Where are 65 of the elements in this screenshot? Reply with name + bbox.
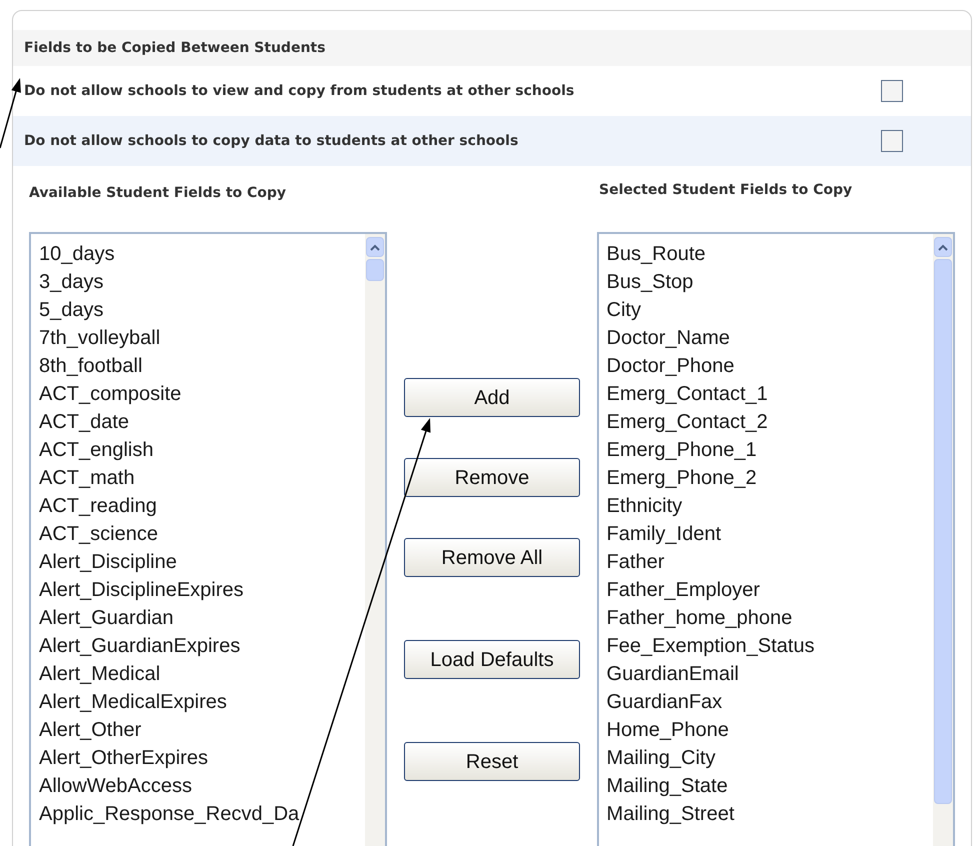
list-item[interactable]: Applic_Response_Recvd_Da — [39, 800, 366, 828]
option-label: Do not allow schools to copy data to students at other schools — [24, 132, 520, 150]
checkbox[interactable] — [881, 130, 903, 152]
list-item[interactable]: Alert_DisciplineExpires — [39, 576, 366, 604]
list-item[interactable]: Fee_Exemption_Status — [606, 632, 933, 660]
chevron-up-icon — [938, 244, 948, 250]
action-button[interactable]: Reset — [404, 742, 580, 781]
list-heading: Available Student Fields to Copy — [29, 185, 286, 201]
checkbox[interactable] — [881, 80, 903, 102]
list-item[interactable]: City — [606, 296, 933, 324]
scrollbar[interactable] — [365, 234, 386, 846]
list-heading: Selected Student Fields to Copy — [599, 181, 852, 200]
list-item[interactable]: Alert_Guardian — [39, 604, 366, 632]
action-button[interactable]: Remove — [404, 458, 580, 497]
list-item[interactable]: GuardianFax — [606, 688, 933, 716]
scroll-up-button[interactable] — [934, 237, 952, 257]
list-item[interactable]: Bus_Route — [606, 240, 933, 268]
list-item[interactable]: ACT_science — [39, 520, 366, 548]
list-box[interactable] — [29, 232, 388, 846]
list-item[interactable]: Home_Phone — [606, 716, 933, 744]
scroll-up-button[interactable] — [366, 237, 384, 257]
list-item[interactable]: 10_days — [39, 240, 366, 268]
list-item[interactable]: Father_Employer — [606, 576, 933, 604]
list-item[interactable]: Mailing_Street — [606, 800, 933, 828]
list-item[interactable]: 5_days — [39, 296, 366, 324]
list-item[interactable]: ACT_reading — [39, 492, 366, 520]
scroll-thumb[interactable] — [366, 259, 384, 281]
annotation-arrow — [0, 78, 21, 148]
list-item[interactable]: Emerg_Phone_1 — [606, 436, 933, 464]
list-item[interactable]: ACT_composite — [39, 380, 366, 408]
list-item[interactable]: Father — [606, 548, 933, 576]
action-button[interactable]: Load Defaults — [404, 640, 580, 679]
list-item[interactable]: Emerg_Phone_2 — [606, 464, 933, 492]
list-item[interactable]: GuardianEmail — [606, 660, 933, 688]
option-label: Do not allow schools to view and copy from students at other schools — [24, 82, 576, 100]
list-item[interactable]: Father_home_phone — [606, 604, 933, 632]
list-item[interactable]: Alert_OtherExpires — [39, 744, 366, 772]
chevron-up-icon — [370, 244, 380, 250]
list-item[interactable]: Alert_Other — [39, 716, 366, 744]
action-button[interactable]: Remove All — [404, 538, 580, 577]
list-item[interactable]: Alert_GuardianExpires — [39, 632, 366, 660]
list-item[interactable]: Emerg_Contact_2 — [606, 408, 933, 436]
list-item[interactable]: 8th_football — [39, 352, 366, 380]
section-title: Fields to be Copied Between Students — [24, 38, 326, 58]
list-item[interactable]: ACT_date — [39, 408, 366, 436]
list-item[interactable]: Mailing_City — [606, 744, 933, 772]
list-item[interactable]: Ethnicity — [606, 492, 933, 520]
list-item[interactable]: AllowWebAccess — [39, 772, 366, 800]
list-box[interactable] — [596, 232, 955, 846]
list-item[interactable]: Doctor_Phone — [606, 352, 933, 380]
list-item[interactable]: 3_days — [39, 268, 366, 296]
list-item[interactable]: 7th_volleyball — [39, 324, 366, 352]
list-item[interactable]: Mailing_State — [606, 772, 933, 800]
list-item[interactable]: Alert_MedicalExpires — [39, 688, 366, 716]
list-item[interactable]: Bus_Stop — [606, 268, 933, 296]
action-button[interactable]: Add — [404, 378, 580, 417]
list-item[interactable]: Alert_Medical — [39, 660, 366, 688]
list-item[interactable]: Family_Ident — [606, 520, 933, 548]
scrollbar[interactable] — [933, 234, 953, 846]
list-item[interactable]: Emerg_Contact_1 — [606, 380, 933, 408]
list-item[interactable]: ACT_english — [39, 436, 366, 464]
list-item[interactable]: ACT_math — [39, 464, 366, 492]
scroll-thumb[interactable] — [934, 259, 952, 804]
list-item[interactable]: Doctor_Name — [606, 324, 933, 352]
list-item[interactable]: Alert_Discipline — [39, 548, 366, 576]
